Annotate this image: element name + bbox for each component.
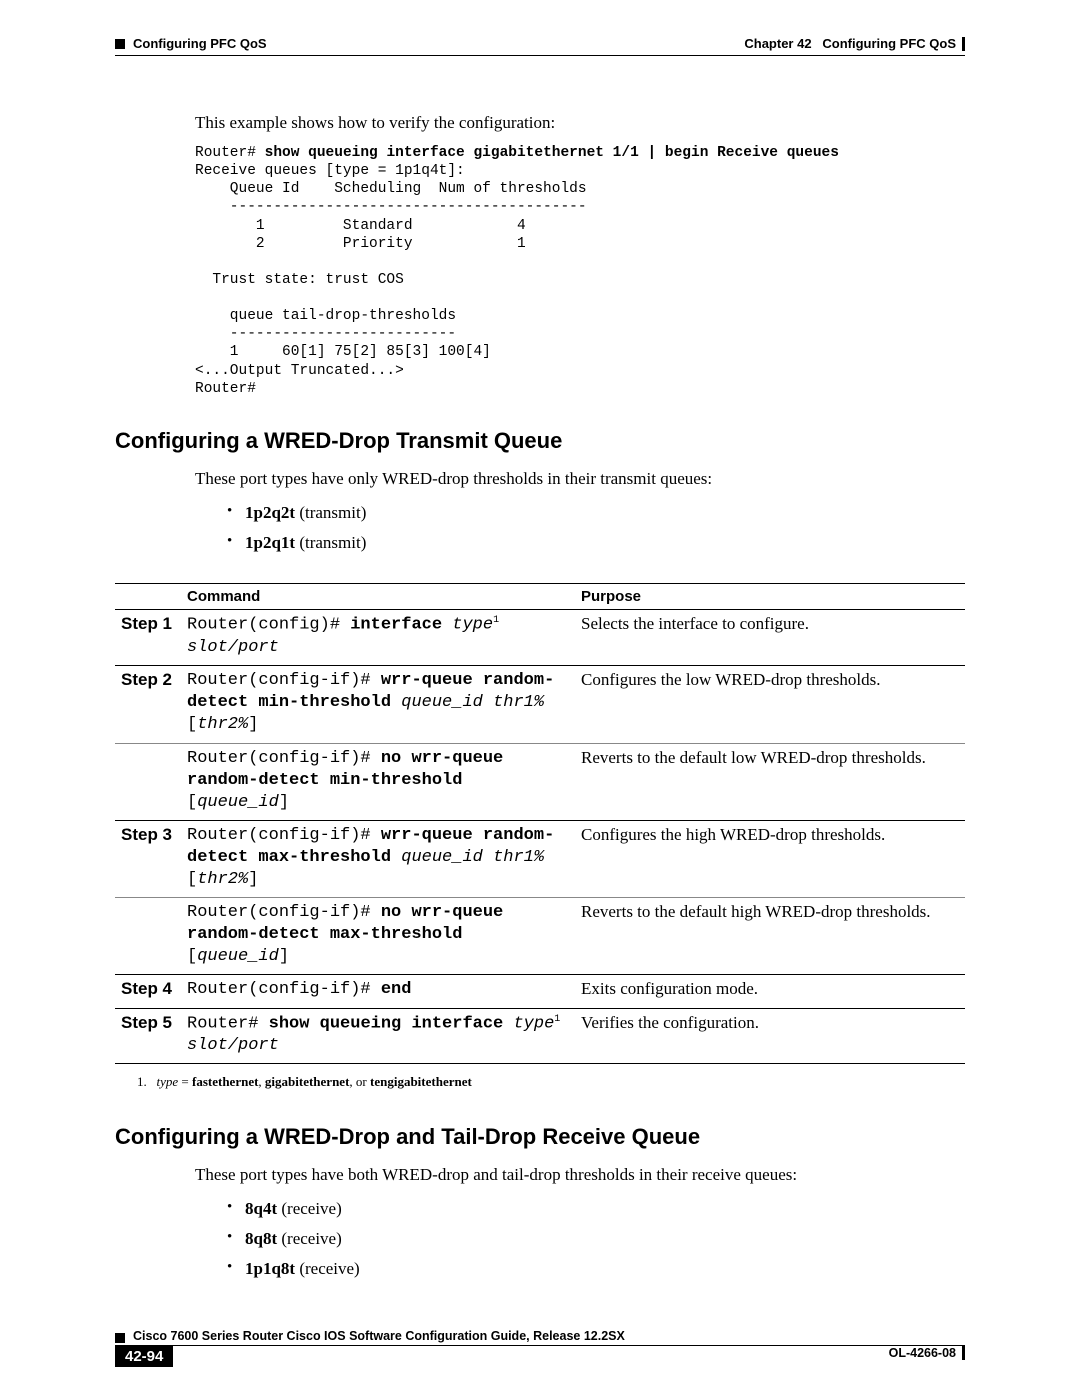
fn-s2: , or [349, 1074, 370, 1089]
section1-intro: These port types have only WRED-drop thr… [195, 468, 965, 490]
bar-icon [962, 1346, 965, 1360]
square-icon [115, 39, 125, 49]
footer-title-row: Cisco 7600 Series Router Cisco IOS Softw… [115, 1329, 965, 1343]
command-cell: Router(config-if)# no wrr-queue random-d… [181, 898, 575, 975]
step-cell [115, 743, 181, 820]
command-cell: Router(config-if)# no wrr-queue random-d… [181, 743, 575, 820]
footer-title: Cisco 7600 Series Router Cisco IOS Softw… [133, 1329, 965, 1343]
doc-id-text: OL-4266-08 [889, 1346, 956, 1360]
purpose-cell: Verifies the configuration. [575, 1008, 965, 1064]
cli-prompt: Router# [195, 145, 265, 161]
purpose-cell: Exits configuration mode. [575, 975, 965, 1008]
table-row: Router(config-if)# no wrr-queue random-d… [115, 743, 965, 820]
command-cell: Router(config-if)# wrr-queue random-dete… [181, 666, 575, 743]
bar-icon [962, 37, 965, 51]
list-item: 1p2q2t (transmit) [227, 498, 965, 528]
cli-output: Router# show queueing interface gigabite… [195, 144, 965, 398]
running-header: Configuring PFC QoS Chapter 42 Configuri… [115, 36, 965, 51]
purpose-cell: Configures the high WRED-drop thresholds… [575, 820, 965, 897]
section2-bullets: 8q4t (receive)8q8t (receive)1p1q8t (rece… [227, 1194, 965, 1283]
header-chapter: Chapter 42 [744, 36, 811, 51]
cli-command: show queueing interface gigabitethernet … [265, 145, 839, 161]
step-cell: Step 5 [115, 1008, 181, 1064]
cli-body: Receive queues [type = 1p1q4t]: Queue Id… [195, 163, 587, 397]
table-row: Step 4Router(config-if)# endExits config… [115, 975, 965, 1008]
step-cell [115, 898, 181, 975]
purpose-cell: Reverts to the default low WRED-drop thr… [575, 743, 965, 820]
header-section: Configuring PFC QoS [133, 36, 267, 51]
table-row: Step 5Router# show queueing interface ty… [115, 1008, 965, 1064]
step-cell: Step 2 [115, 666, 181, 743]
table-row: Router(config-if)# no wrr-queue random-d… [115, 898, 965, 975]
fn-type: type [157, 1074, 179, 1089]
th-step [115, 584, 181, 610]
footer: Cisco 7600 Series Router Cisco IOS Softw… [115, 1329, 965, 1367]
section2-intro: These port types have both WRED-drop and… [195, 1164, 965, 1186]
table-footnote: 1. type = fastethernet, gigabitethernet,… [137, 1074, 965, 1090]
command-cell: Router(config-if)# end [181, 975, 575, 1008]
table-row: Step 1Router(config)# interface type1 sl… [115, 610, 965, 666]
command-cell: Router# show queueing interface type1 sl… [181, 1008, 575, 1064]
command-table: Command Purpose Step 1Router(config)# in… [115, 583, 965, 1064]
doc-id: OL-4266-08 [889, 1346, 965, 1360]
th-purpose: Purpose [575, 584, 965, 610]
list-item: 8q8t (receive) [227, 1224, 965, 1254]
fn-o2: gigabitethernet [265, 1074, 349, 1089]
list-item: 1p2q1t (transmit) [227, 528, 965, 558]
purpose-cell: Configures the low WRED-drop thresholds. [575, 666, 965, 743]
section1-bullets: 1p2q2t (transmit)1p2q1t (transmit) [227, 498, 965, 558]
command-cell: Router(config)# interface type1 slot/por… [181, 610, 575, 666]
fn-o3: tengigabitethernet [370, 1074, 472, 1089]
page-number: 42-94 [115, 1346, 173, 1367]
fn-o1: fastethernet [192, 1074, 258, 1089]
fn-eq: = [178, 1074, 192, 1089]
list-item: 8q4t (receive) [227, 1194, 965, 1224]
intro-text: This example shows how to verify the con… [195, 112, 965, 134]
header-rule [115, 55, 965, 56]
header-left: Configuring PFC QoS [115, 36, 267, 51]
footer-bottom: 42-94 OL-4266-08 [115, 1346, 965, 1367]
purpose-cell: Reverts to the default high WRED-drop th… [575, 898, 965, 975]
header-chapter-title: Configuring PFC QoS [822, 36, 956, 51]
fn-num: 1. [137, 1074, 147, 1089]
table-row: Step 2Router(config-if)# wrr-queue rando… [115, 666, 965, 743]
page: Configuring PFC QoS Chapter 42 Configuri… [0, 0, 1080, 1397]
step-cell: Step 3 [115, 820, 181, 897]
section2-heading: Configuring a WRED-Drop and Tail-Drop Re… [115, 1124, 965, 1150]
table-row: Step 3Router(config-if)# wrr-queue rando… [115, 820, 965, 897]
header-right: Chapter 42 Configuring PFC QoS [744, 36, 965, 51]
command-cell: Router(config-if)# wrr-queue random-dete… [181, 820, 575, 897]
section1-heading: Configuring a WRED-Drop Transmit Queue [115, 428, 965, 454]
th-command: Command [181, 584, 575, 610]
square-icon [115, 1333, 125, 1343]
list-item: 1p1q8t (receive) [227, 1254, 965, 1284]
step-cell: Step 4 [115, 975, 181, 1008]
purpose-cell: Selects the interface to configure. [575, 610, 965, 666]
step-cell: Step 1 [115, 610, 181, 666]
